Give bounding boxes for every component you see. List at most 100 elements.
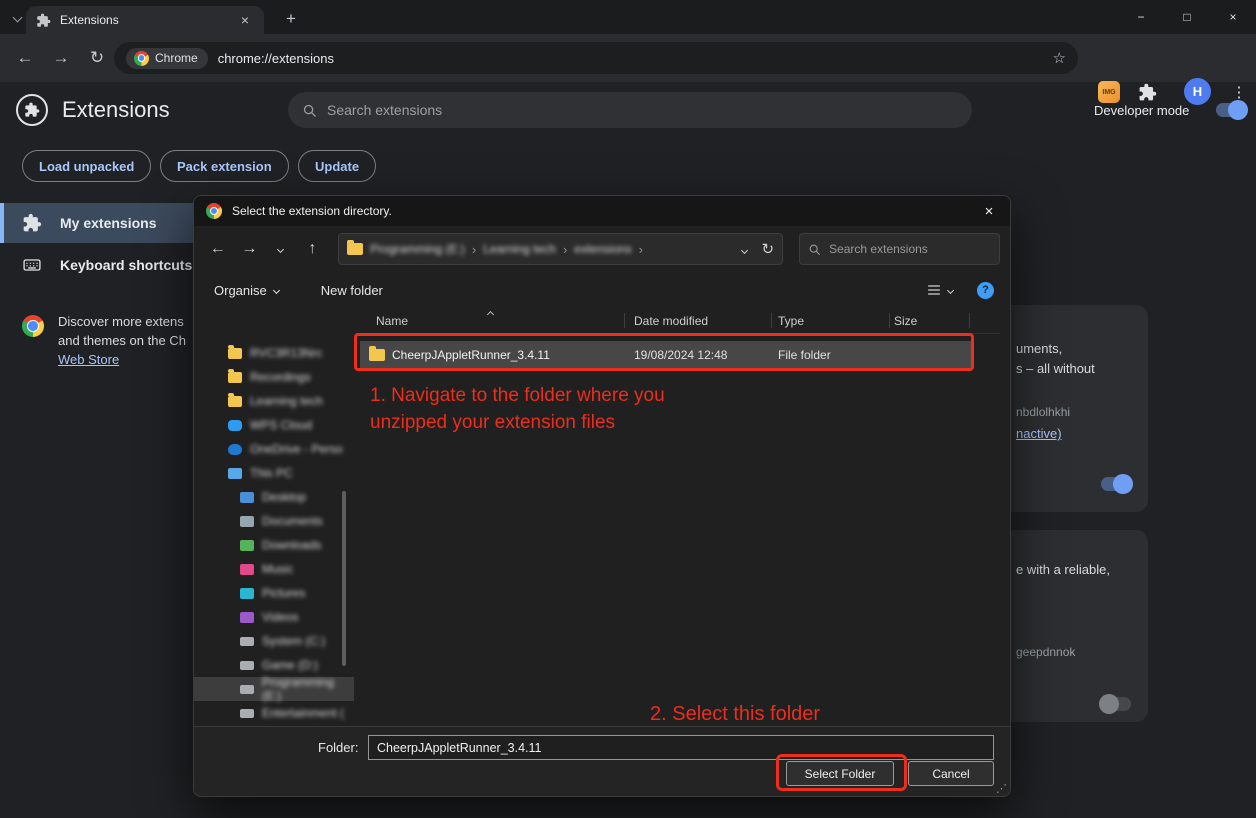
dialog-search-input[interactable] [829, 242, 991, 256]
search-icon [302, 103, 317, 118]
tree-item[interactable]: Game (D:) [194, 653, 354, 677]
profile-avatar[interactable]: H [1184, 78, 1211, 105]
dialog-search-box[interactable] [799, 233, 1000, 265]
dialog-title-bar: Select the extension directory. × [194, 196, 1010, 226]
reload-button[interactable]: ↻ [80, 41, 114, 75]
address-bar[interactable]: Chrome chrome://extensions ☆ [114, 42, 1078, 74]
tree-item[interactable]: Documents [194, 509, 354, 533]
tree-item-label: System (C:) [262, 634, 325, 648]
tree-item[interactable]: Downloads [194, 533, 354, 557]
tree-item-label: Game (D:) [262, 658, 318, 672]
change-view-button[interactable] [926, 282, 953, 298]
new-folder-button[interactable]: New folder [321, 283, 383, 298]
folder-icon [369, 349, 385, 361]
update-button[interactable]: Update [298, 150, 376, 182]
extension-img-button[interactable]: IMG [1098, 81, 1120, 103]
tree-item-label: OneDrive - Perso [250, 442, 343, 456]
web-store-icon [22, 315, 44, 337]
tree-scrollbar[interactable] [342, 491, 346, 666]
drive-icon [240, 637, 254, 646]
tree-item[interactable]: Videos [194, 605, 354, 629]
tree-item[interactable]: Pictures [194, 581, 354, 605]
tree-item-label: WPS Cloud [250, 418, 312, 432]
column-divider[interactable] [624, 313, 625, 328]
new-tab-button[interactable]: + [279, 7, 303, 31]
extension-toggle[interactable] [1101, 697, 1131, 711]
column-date-modified[interactable]: Date modified [634, 314, 708, 328]
back-button[interactable]: ← [8, 41, 42, 75]
web-store-link[interactable]: Web Store [58, 350, 198, 369]
column-type[interactable]: Type [778, 314, 804, 328]
tree-item[interactable]: This PC [194, 461, 354, 485]
tree-item[interactable]: WPS Cloud [194, 413, 354, 437]
list-view-icon [926, 282, 942, 298]
resize-grip[interactable]: ⋰ [996, 782, 1007, 795]
tree-item[interactable]: RVC3R13Nrc [194, 341, 354, 365]
card-link[interactable]: nactive) [1016, 426, 1062, 441]
tree-item[interactable]: Entertainment ( [194, 701, 354, 725]
extension-toggle[interactable] [1101, 477, 1131, 491]
column-divider[interactable] [889, 313, 890, 328]
folder-icon [347, 243, 363, 255]
card-extension-id: geepdnnok [1016, 645, 1075, 659]
tree-item-label: Recordings [250, 370, 311, 384]
cloud-blue-icon [228, 420, 242, 431]
nav-forward-button[interactable]: → [236, 235, 264, 263]
column-name[interactable]: Name [376, 314, 408, 328]
forward-button[interactable]: → [44, 41, 78, 75]
breadcrumb-segment[interactable]: extensions [574, 242, 631, 256]
nav-up-button[interactable]: ↑ [299, 235, 327, 263]
url-text: chrome://extensions [218, 51, 1043, 66]
tree-item-label: Entertainment ( [262, 706, 344, 720]
tree-item[interactable]: OneDrive - Perso [194, 437, 354, 461]
address-dropdown-button[interactable] [742, 242, 747, 256]
column-divider[interactable] [969, 313, 970, 328]
nav-back-button[interactable]: ← [204, 235, 232, 263]
column-size[interactable]: Size [894, 314, 917, 328]
tree-item-label: Documents [262, 514, 323, 528]
select-folder-button[interactable]: Select Folder [786, 761, 894, 786]
folder-name-input[interactable] [368, 735, 994, 760]
tree-item[interactable]: System (C:) [194, 629, 354, 653]
browser-tab-extensions[interactable]: Extensions × [26, 6, 264, 34]
card-extension-id: nbdlolhkhi [1016, 405, 1070, 419]
tree-item[interactable]: Music [194, 557, 354, 581]
keyboard-icon [22, 255, 42, 275]
chevron-right-icon: › [563, 242, 567, 257]
close-window-button[interactable]: × [1210, 0, 1256, 34]
videos-icon [240, 612, 254, 623]
bookmark-star-icon[interactable]: ☆ [1053, 49, 1066, 67]
help-button[interactable]: ? [977, 282, 994, 299]
card-description: s – all without [1016, 361, 1095, 376]
extensions-search[interactable] [288, 92, 972, 128]
breadcrumb-segment[interactable]: Learning tech [483, 242, 556, 256]
tab-close-button[interactable]: × [236, 11, 254, 29]
minimize-button[interactable]: − [1118, 0, 1164, 34]
screen: Extensions × + − □ × ← → ↻ Chrome chrome… [0, 0, 1256, 818]
cancel-button[interactable]: Cancel [908, 761, 994, 786]
search-input[interactable] [327, 102, 958, 118]
load-unpacked-button[interactable]: Load unpacked [22, 150, 151, 182]
developer-mode-toggle[interactable] [1216, 103, 1246, 117]
pack-extension-button[interactable]: Pack extension [160, 150, 289, 182]
new-folder-label: New folder [321, 283, 383, 298]
column-divider[interactable] [771, 313, 772, 328]
maximize-button[interactable]: □ [1164, 0, 1210, 34]
recent-locations-button[interactable] [267, 235, 295, 263]
dialog-close-button[interactable]: × [968, 196, 1010, 226]
extensions-puzzle-button[interactable] [1136, 81, 1158, 103]
breadcrumb-segment[interactable]: Programming (E:) [370, 242, 465, 256]
tree-item[interactable]: Recordings [194, 365, 354, 389]
breadcrumb[interactable]: Programming (E:) › Learning tech › extension… [338, 233, 783, 265]
chevron-right-icon: › [472, 242, 476, 257]
chevron-down-icon [947, 286, 954, 293]
chrome-badge: Chrome [126, 48, 208, 69]
organise-button[interactable]: Organise [214, 283, 279, 298]
tree-item[interactable]: Desktop [194, 485, 354, 509]
tab-search-button[interactable] [8, 8, 26, 26]
refresh-button[interactable]: ↻ [754, 240, 775, 258]
file-row-selected[interactable]: CheerpJAppletRunner_3.4.11 19/08/2024 12… [360, 341, 972, 368]
tree-item[interactable]: Programming (E:) [194, 677, 354, 701]
tree-item[interactable]: Learning tech [194, 389, 354, 413]
chevron-down-icon [273, 286, 280, 293]
